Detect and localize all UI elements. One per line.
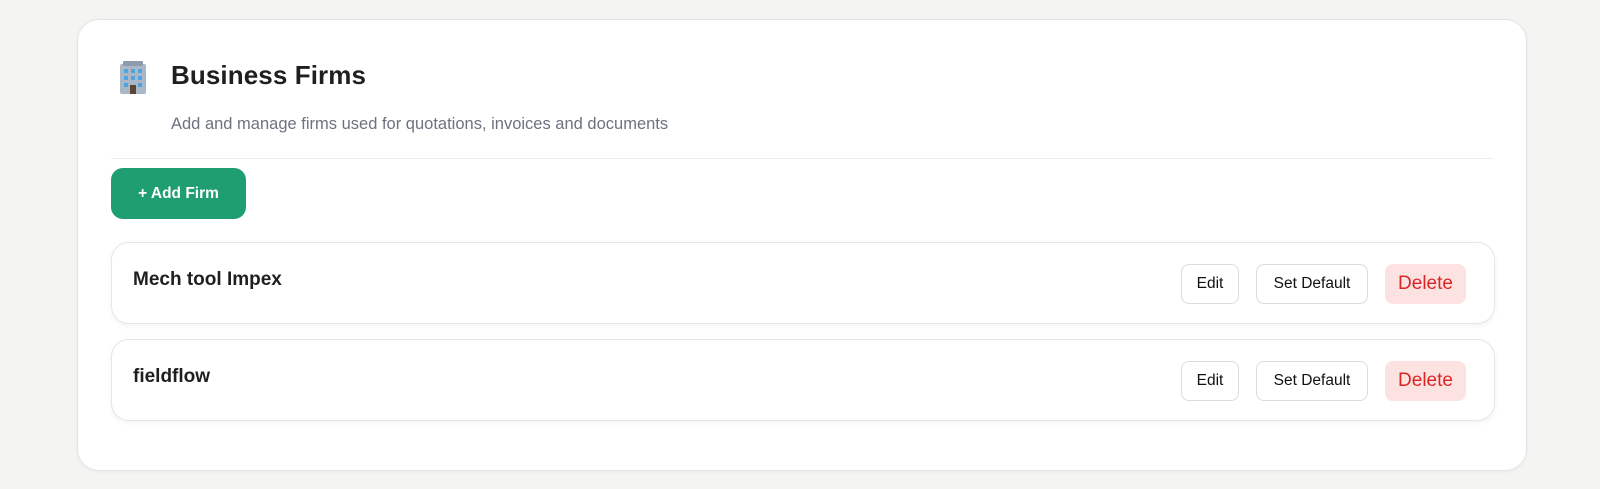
firm-actions: Edit Set Default Delete xyxy=(1181,361,1466,401)
firm-actions: Edit Set Default Delete xyxy=(1181,264,1466,304)
page-subtitle: Add and manage firms used for quotations… xyxy=(171,115,669,133)
set-default-button[interactable]: Set Default xyxy=(1256,361,1368,401)
business-firms-card: Business Firms Add and manage firms used… xyxy=(77,19,1527,471)
firm-name: fieldflow xyxy=(133,366,211,387)
edit-button[interactable]: Edit xyxy=(1181,361,1239,401)
delete-button[interactable]: Delete xyxy=(1385,264,1466,304)
firm-row: fieldflow Edit Set Default Delete xyxy=(111,339,1495,421)
section-header: Business Firms Add and manage firms used… xyxy=(111,56,1493,159)
firm-list: Mech tool Impex Edit Set Default Delete … xyxy=(111,242,1495,436)
page-title: Business Firms xyxy=(171,60,367,90)
firm-name: Mech tool Impex xyxy=(133,269,282,290)
firm-row: Mech tool Impex Edit Set Default Delete xyxy=(111,242,1495,324)
add-firm-button[interactable]: + Add Firm xyxy=(111,168,246,219)
set-default-button[interactable]: Set Default xyxy=(1256,264,1368,304)
delete-button[interactable]: Delete xyxy=(1385,361,1466,401)
edit-button[interactable]: Edit xyxy=(1181,264,1239,304)
office-building-icon xyxy=(117,60,149,94)
